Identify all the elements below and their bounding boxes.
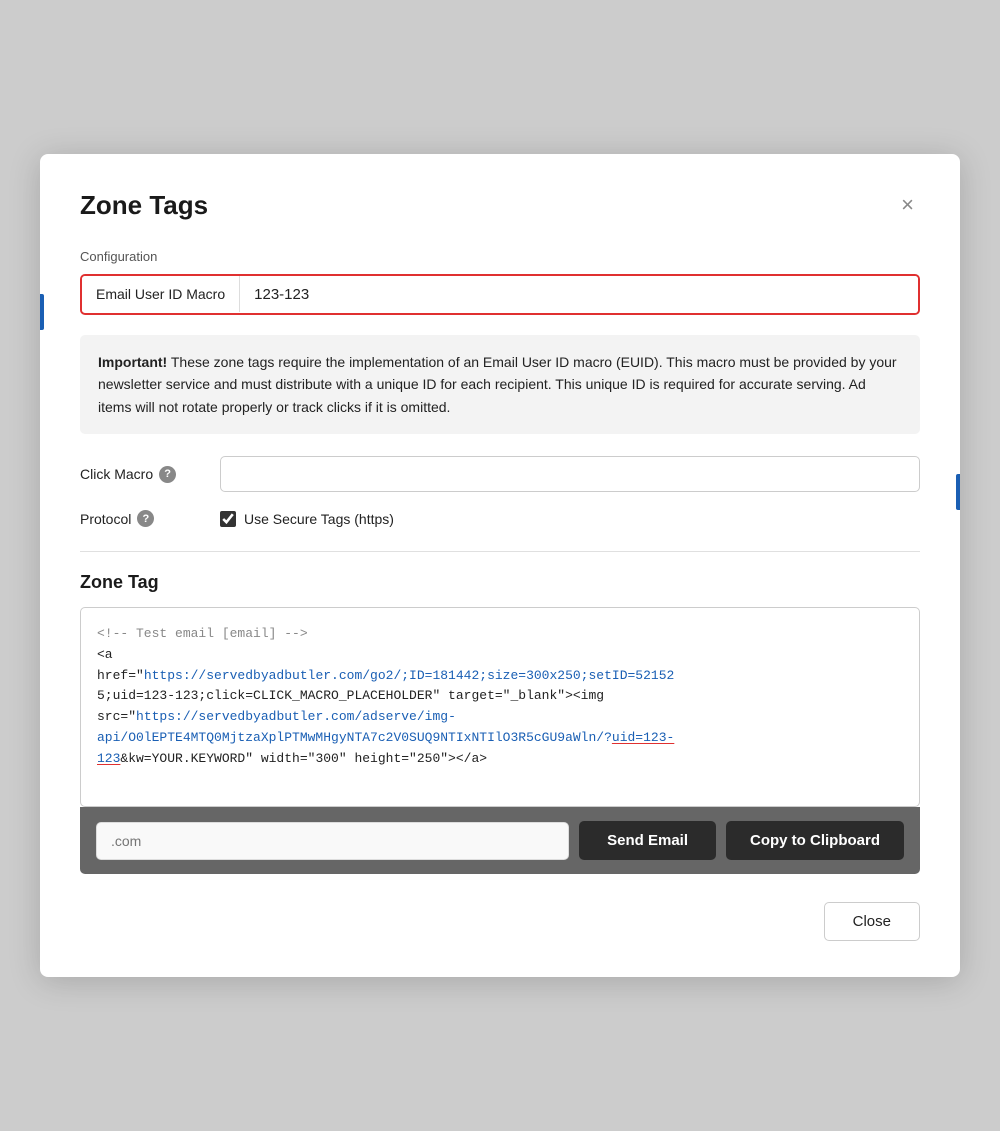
- divider: [80, 551, 920, 552]
- secure-tags-checkbox-row: Use Secure Tags (https): [220, 511, 394, 527]
- close-button[interactable]: Close: [824, 902, 920, 941]
- configuration-section: Configuration Email User ID Macro Import…: [80, 249, 920, 527]
- code-attr-href: href="https://servedbyadbutler.com/go2/;…: [97, 668, 674, 683]
- secure-tags-checkbox[interactable]: [220, 511, 236, 527]
- right-accent: [956, 474, 960, 510]
- protocol-label: Protocol ?: [80, 510, 220, 527]
- code-url-href: https://servedbyadbutler.com/go2/;ID=181…: [144, 668, 675, 683]
- modal-close-button[interactable]: ×: [895, 192, 920, 218]
- email-macro-input[interactable]: [240, 276, 918, 313]
- code-line4: 5;uid=123-123;click=CLICK_MACRO_PLACEHOL…: [97, 688, 604, 703]
- modal-title: Zone Tags: [80, 190, 208, 221]
- zone-tags-modal: Zone Tags × Configuration Email User ID …: [40, 154, 960, 977]
- email-macro-label: Email User ID Macro: [82, 276, 240, 312]
- zone-tag-label: Zone Tag: [80, 572, 920, 593]
- code-attr-rest: 123&kw=YOUR.KEYWORD" width="300" height=…: [97, 751, 487, 766]
- email-send-input[interactable]: [96, 822, 569, 860]
- code-box[interactable]: <!-- Test email [email] --> <a href="htt…: [80, 607, 920, 807]
- code-attr-api: api/O0lEPTE4MTQ0MjtzaXplPTMwMHgyNTA7c2V0…: [97, 730, 674, 745]
- zone-tag-section: Zone Tag <!-- Test email [email] --> <a …: [80, 572, 920, 874]
- click-macro-label: Click Macro ?: [80, 466, 220, 483]
- configuration-label: Configuration: [80, 249, 920, 264]
- copy-to-clipboard-button[interactable]: Copy to Clipboard: [726, 821, 904, 860]
- left-accent: [40, 294, 44, 330]
- code-uid-value: 123: [97, 751, 120, 766]
- info-text: These zone tags require the implementati…: [98, 354, 897, 415]
- code-tag-a: <a: [97, 647, 113, 662]
- email-macro-row: Email User ID Macro: [80, 274, 920, 315]
- secure-tags-label[interactable]: Use Secure Tags (https): [244, 511, 394, 527]
- click-macro-help-icon[interactable]: ?: [159, 466, 176, 483]
- code-url-api: api/O0lEPTE4MTQ0MjtzaXplPTMwMHgyNTA7c2V0…: [97, 730, 674, 745]
- click-macro-input[interactable]: [220, 456, 920, 492]
- modal-footer: Close: [80, 902, 920, 941]
- protocol-row: Protocol ? Use Secure Tags (https): [80, 510, 920, 527]
- modal-header: Zone Tags ×: [80, 190, 920, 221]
- code-attr-src: src="https://servedbyadbutler.com/adserv…: [97, 709, 456, 724]
- code-url-src: https://servedbyadbutler.com/adserve/img…: [136, 709, 456, 724]
- code-uid-param: uid=123-: [612, 730, 674, 745]
- info-bold: Important!: [98, 354, 167, 370]
- protocol-help-icon[interactable]: ?: [137, 510, 154, 527]
- info-box: Important! These zone tags require the i…: [80, 335, 920, 434]
- click-macro-row: Click Macro ?: [80, 456, 920, 492]
- bottom-bar: Send Email Copy to Clipboard: [80, 807, 920, 874]
- send-email-button[interactable]: Send Email: [579, 821, 716, 860]
- code-comment: <!-- Test email [email] -->: [97, 626, 308, 641]
